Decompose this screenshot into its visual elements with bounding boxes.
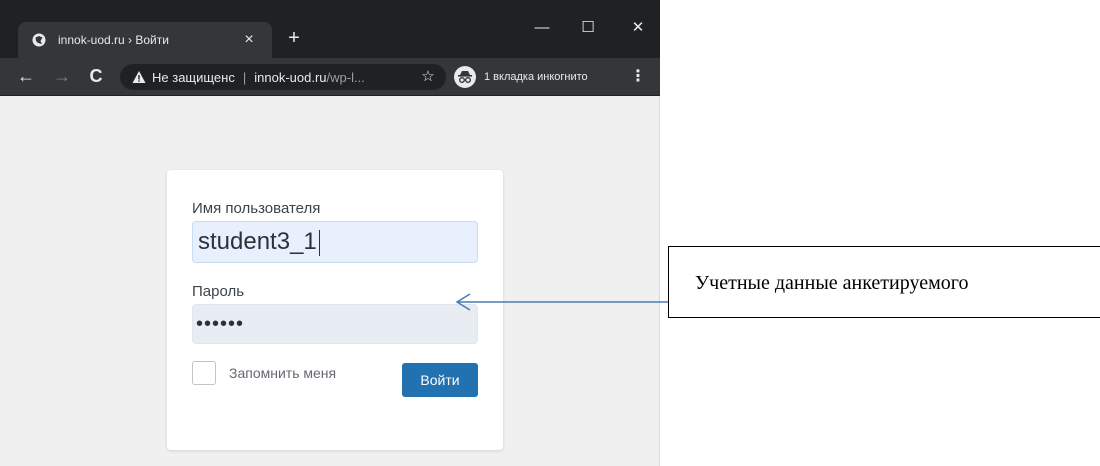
annotation-callout: Учетные данные анкетируемого [668,246,1100,318]
annotation-arrow [455,293,668,311]
